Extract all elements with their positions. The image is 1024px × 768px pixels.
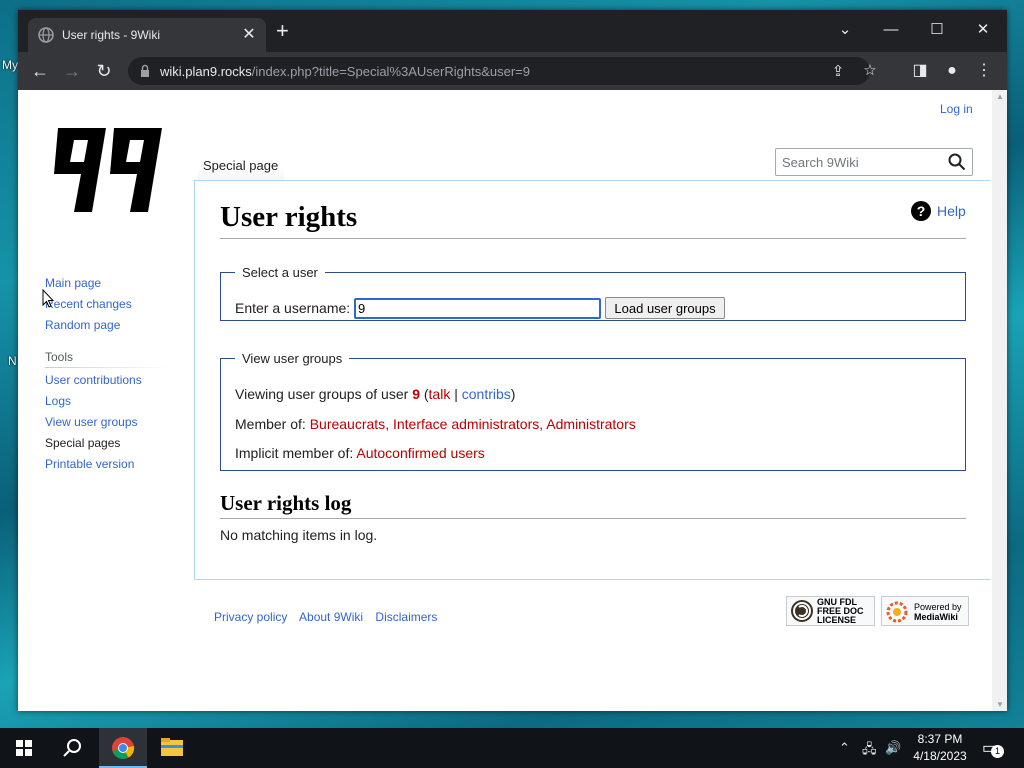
log-empty-message: No matching items in log. bbox=[220, 527, 378, 543]
taskbar: ⌃ 🖧 🔊 8:37 PM 4/18/2023 ▭ 1 bbox=[0, 728, 1024, 768]
forward-arrow-icon[interactable]: → bbox=[60, 59, 84, 83]
new-tab-button[interactable]: + bbox=[276, 20, 289, 42]
footer-about[interactable]: About 9Wiki bbox=[299, 610, 363, 624]
gfdl-license-badge[interactable]: GNU FDL FREE DOC LICENSE bbox=[786, 596, 875, 626]
browser-window: User rights - 9Wiki ✕ + ⌄ — ☐ ✕ ← → ↻ wi… bbox=[18, 10, 1007, 711]
bookmark-star-icon[interactable]: ☆ bbox=[860, 61, 880, 79]
back-arrow-icon[interactable]: ← bbox=[28, 59, 52, 83]
footer-privacy-policy[interactable]: Privacy policy bbox=[214, 610, 287, 624]
chrome-icon bbox=[112, 737, 135, 759]
page-scrollbar[interactable]: ▲ ▼ bbox=[992, 90, 1007, 711]
log-heading: User rights log bbox=[220, 491, 352, 515]
page-title: User rights bbox=[220, 201, 358, 233]
load-user-groups-button[interactable]: Load user groups bbox=[605, 297, 725, 319]
nav-recent-changes[interactable]: Recent changes bbox=[45, 297, 132, 311]
group-link-interface-administrators[interactable]: Interface administrators bbox=[393, 416, 539, 432]
tab-title: User rights - 9Wiki bbox=[62, 28, 161, 42]
divider bbox=[220, 518, 966, 519]
tools-menu: User contributions Logs View user groups… bbox=[45, 373, 142, 478]
desktop-icon-label: N bbox=[8, 354, 17, 368]
member-of-line: Member of: Bureaucrats, Interface admini… bbox=[235, 416, 636, 432]
nav-random-page[interactable]: Random page bbox=[45, 318, 132, 332]
reload-icon[interactable]: ↻ bbox=[92, 59, 116, 83]
search-icon[interactable] bbox=[948, 153, 966, 171]
chevron-up-icon[interactable]: ⌃ bbox=[839, 740, 850, 756]
group-link-bureaucrats[interactable]: Bureaucrats bbox=[310, 416, 385, 432]
username-input[interactable] bbox=[354, 298, 601, 319]
title-bar: User rights - 9Wiki ✕ + ⌄ — ☐ ✕ bbox=[18, 10, 1007, 52]
scroll-down-icon[interactable]: ▼ bbox=[996, 700, 1004, 709]
notification-count-badge: 1 bbox=[991, 745, 1004, 758]
system-clock[interactable]: 8:37 PM 4/18/2023 bbox=[908, 731, 972, 765]
profile-icon[interactable]: ● bbox=[940, 59, 964, 83]
login-link[interactable]: Log in bbox=[940, 102, 973, 116]
globe-icon bbox=[38, 27, 54, 43]
content-area: User rights ? Help Select a user Enter a… bbox=[194, 180, 990, 580]
user-link[interactable]: 9 bbox=[412, 386, 420, 402]
footer-disclaimers[interactable]: Disclaimers bbox=[375, 610, 437, 624]
select-user-fieldset: Select a user Enter a username: Load use… bbox=[220, 265, 966, 321]
url-text: wiki.plan9.rocks/index.php?title=Special… bbox=[160, 64, 530, 79]
mouse-cursor-icon bbox=[42, 289, 54, 308]
tools-user-contributions[interactable]: User contributions bbox=[45, 373, 142, 387]
tools-special-pages[interactable]: Special pages bbox=[45, 436, 142, 450]
clock-date: 4/18/2023 bbox=[913, 749, 967, 763]
address-bar[interactable]: wiki.plan9.rocks/index.php?title=Special… bbox=[128, 57, 877, 85]
tab-label: Special page bbox=[203, 158, 279, 173]
share-icon[interactable]: ⇪ bbox=[828, 62, 848, 80]
mediawiki-flower-icon bbox=[886, 601, 908, 623]
chrome-taskbar-button[interactable] bbox=[99, 728, 147, 768]
wiki-logo[interactable] bbox=[48, 126, 166, 216]
menu-kebab-icon[interactable]: ⋮ bbox=[972, 59, 996, 83]
notifications-button[interactable]: ▭ 1 bbox=[982, 738, 1004, 758]
tools-printable-version[interactable]: Printable version bbox=[45, 457, 142, 471]
volume-icon[interactable]: 🔊 bbox=[885, 740, 901, 756]
implicit-member-line: Implicit member of: Autoconfirmed users bbox=[235, 445, 485, 461]
viewing-line: Viewing user groups of user 9 (talk | co… bbox=[235, 386, 516, 402]
search-icon[interactable] bbox=[48, 728, 96, 768]
powered-by-mediawiki-badge[interactable]: Powered by MediaWiki bbox=[881, 596, 969, 626]
chevron-down-icon[interactable]: ⌄ bbox=[822, 16, 868, 44]
minimize-button[interactable]: — bbox=[868, 16, 914, 44]
tab-special-page[interactable]: Special page bbox=[198, 142, 284, 180]
help-icon: ? bbox=[911, 201, 931, 221]
help-label: Help bbox=[937, 203, 966, 219]
divider bbox=[45, 367, 170, 368]
tools-view-user-groups[interactable]: View user groups bbox=[45, 415, 142, 429]
file-explorer-icon[interactable] bbox=[148, 728, 196, 768]
group-link-administrators[interactable]: Administrators bbox=[546, 416, 635, 432]
scroll-up-icon[interactable]: ▲ bbox=[996, 92, 1004, 101]
network-icon[interactable]: 🖧 bbox=[862, 740, 877, 762]
navigation-menu: Main page Recent changes Random page bbox=[45, 276, 132, 339]
browser-tab[interactable]: User rights - 9Wiki ✕ bbox=[28, 18, 266, 52]
footer-links: Privacy policy About 9Wiki Disclaimers bbox=[214, 610, 446, 624]
desktop-icon-label: My bbox=[2, 58, 18, 72]
tools-heading: Tools bbox=[45, 350, 74, 364]
search-box bbox=[775, 148, 973, 176]
view-user-groups-fieldset: View user groups Viewing user groups of … bbox=[220, 351, 966, 471]
talk-link[interactable]: talk bbox=[429, 386, 451, 402]
tools-logs[interactable]: Logs bbox=[45, 394, 142, 408]
contribs-link[interactable]: contribs bbox=[462, 386, 511, 402]
clock-time: 8:37 PM bbox=[917, 732, 963, 746]
windows-start-icon[interactable] bbox=[0, 728, 48, 768]
username-label: Enter a username: bbox=[235, 300, 351, 316]
wiki-page: Log in Main page Recent changes Random p… bbox=[18, 90, 1007, 711]
view-groups-legend: View user groups bbox=[242, 351, 343, 366]
divider bbox=[220, 238, 966, 239]
browser-toolbar: ← → ↻ wiki.plan9.rocks/index.php?title=S… bbox=[18, 52, 1007, 90]
side-panel-icon[interactable]: ◨ bbox=[908, 59, 932, 83]
copyleft-icon bbox=[791, 600, 813, 622]
search-input[interactable] bbox=[782, 153, 942, 171]
select-user-legend: Select a user bbox=[242, 265, 318, 280]
close-icon[interactable]: ✕ bbox=[240, 24, 258, 44]
group-link-autoconfirmed[interactable]: Autoconfirmed users bbox=[356, 445, 484, 461]
window-close-button[interactable]: ✕ bbox=[960, 16, 1006, 44]
lock-icon bbox=[141, 64, 149, 77]
nav-main-page[interactable]: Main page bbox=[45, 276, 132, 290]
maximize-button[interactable]: ☐ bbox=[914, 16, 960, 44]
